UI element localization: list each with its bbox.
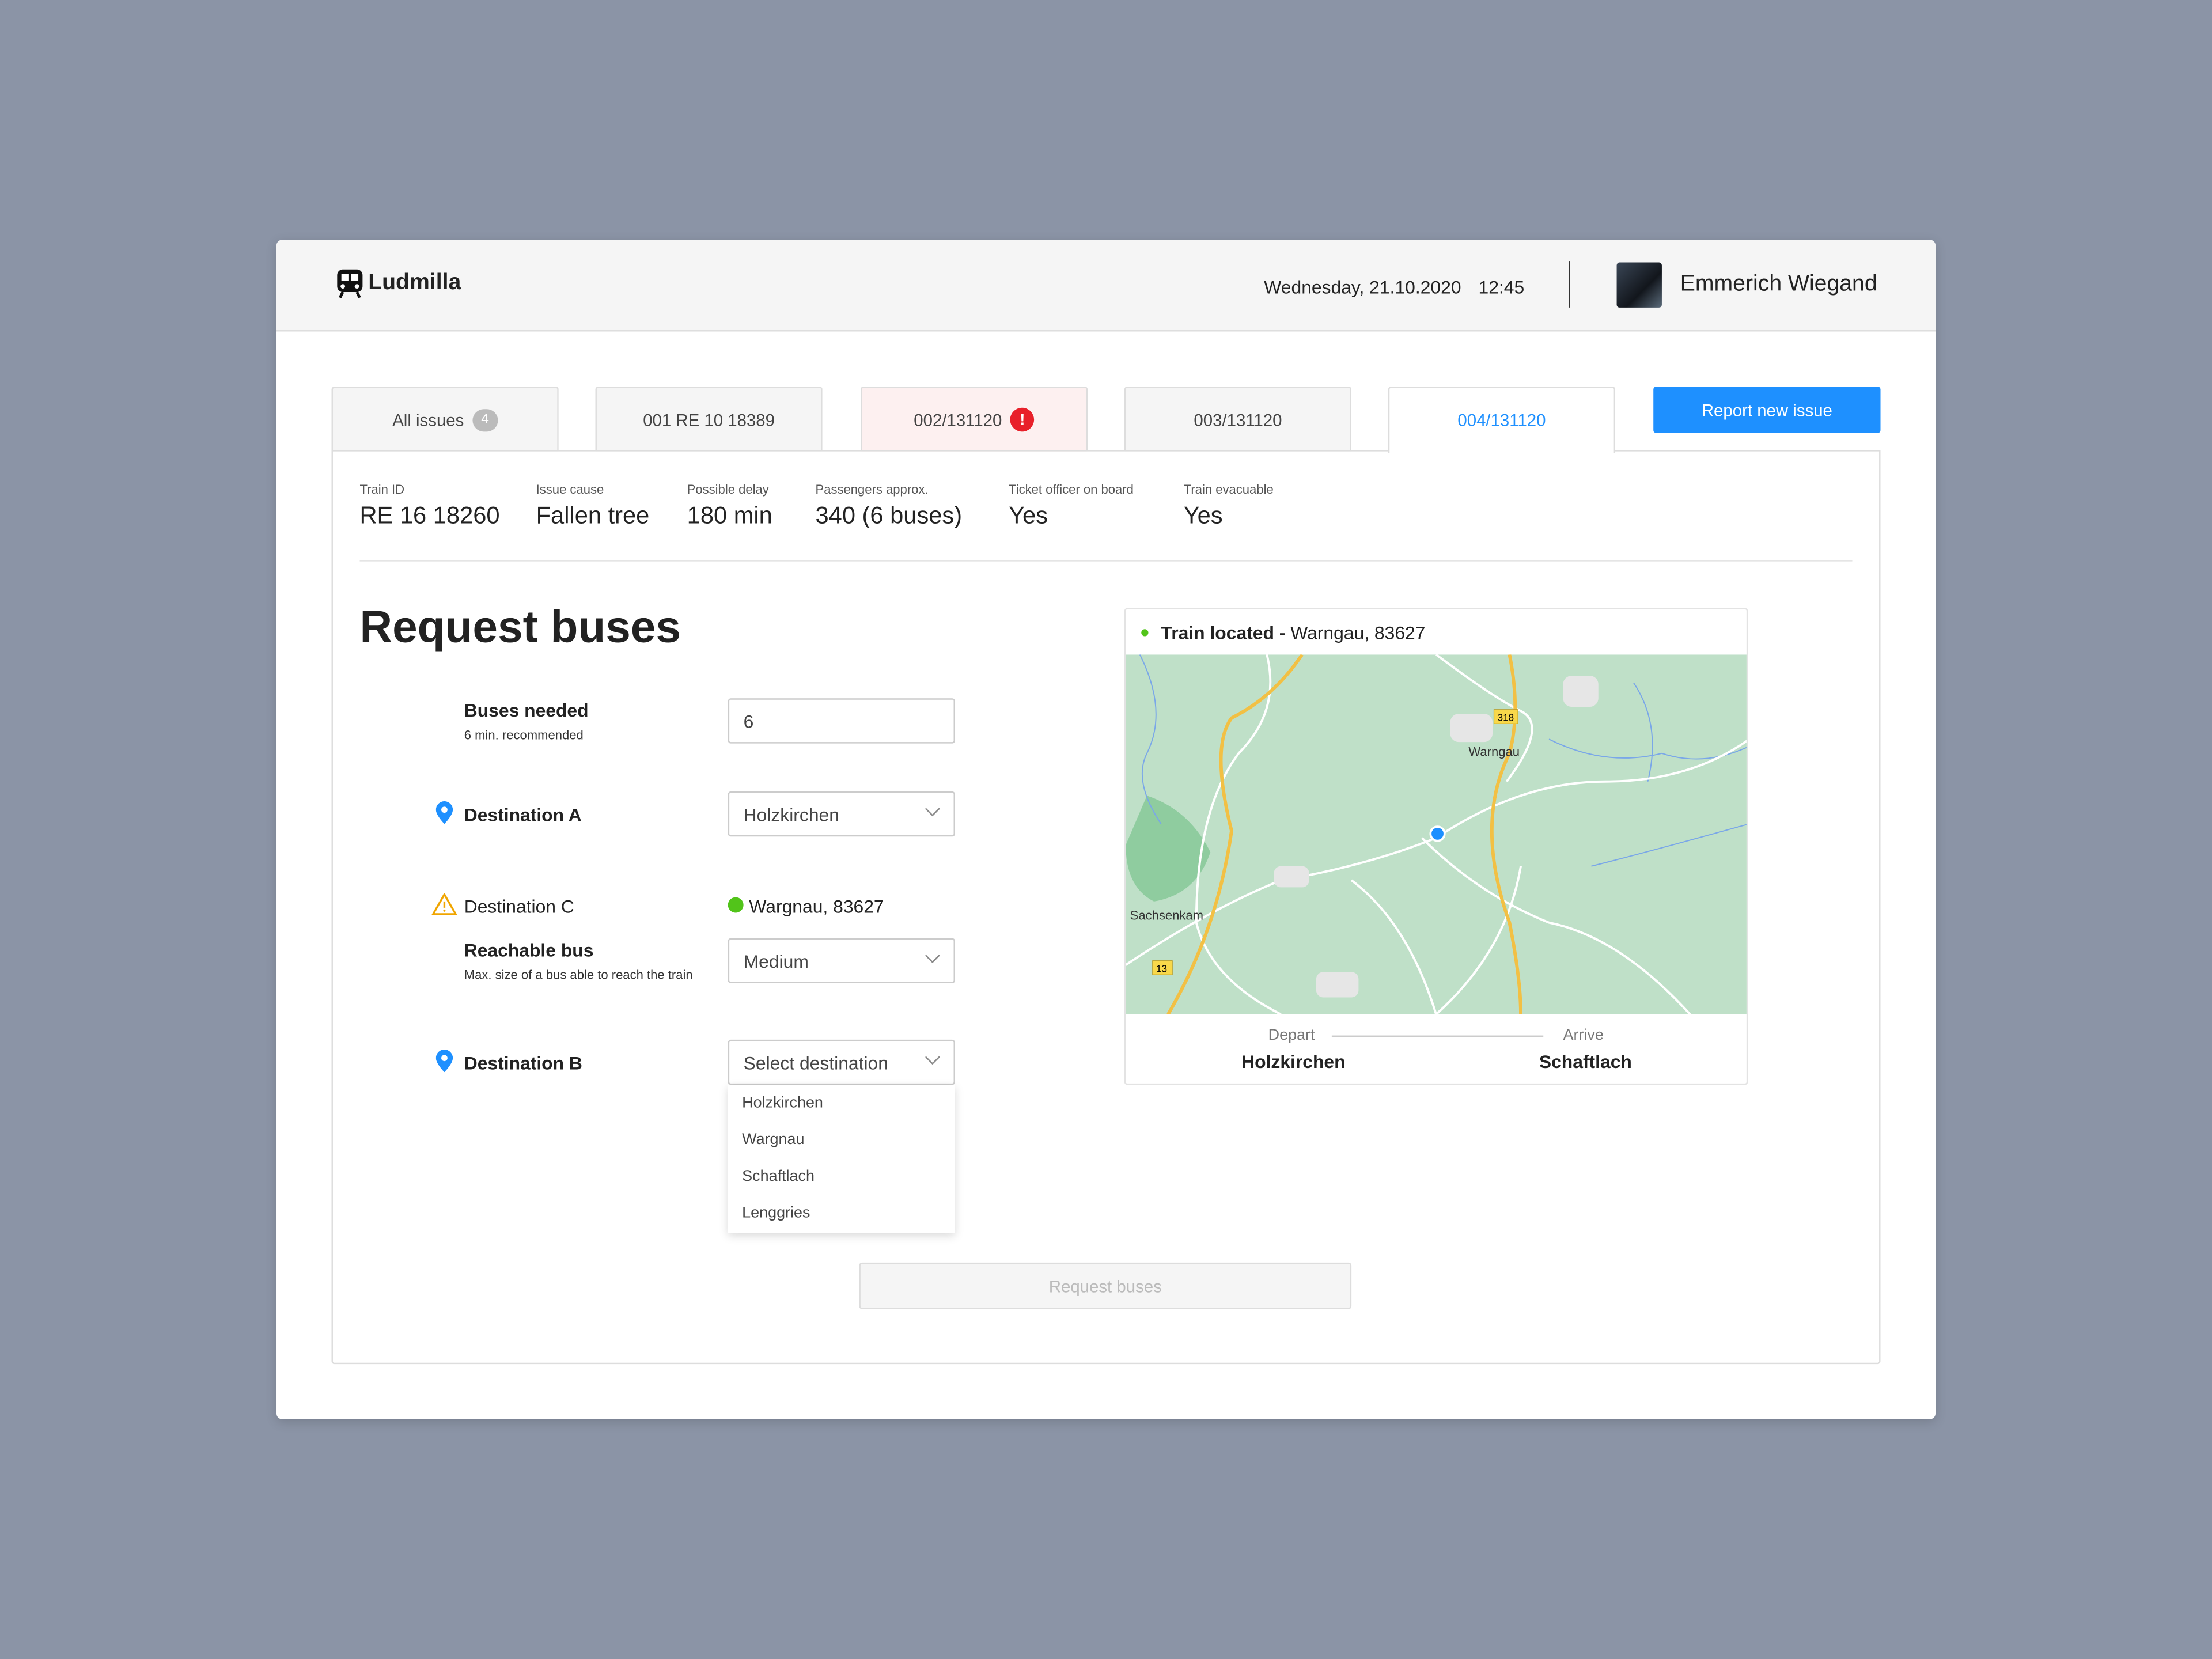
request-buses-button[interactable]: Request buses bbox=[859, 1262, 1352, 1309]
value: Yes bbox=[1183, 502, 1223, 529]
tab-all-issues[interactable]: All issues 4 bbox=[331, 387, 559, 452]
app-name: Ludmilla bbox=[368, 271, 461, 295]
summary-train-id: Train ID RE 16 18260 bbox=[359, 483, 536, 531]
alert-icon: ! bbox=[1010, 407, 1035, 432]
selected-value: Medium bbox=[743, 950, 809, 972]
title-location: Warngau, 83627 bbox=[1290, 622, 1426, 643]
value: RE 16 18260 bbox=[359, 502, 500, 529]
tab-002[interactable]: 002/131120! bbox=[860, 387, 1088, 452]
map-title: Train located - Warngau, 83627 bbox=[1161, 622, 1426, 643]
option-holzkirchen[interactable]: Holzkirchen bbox=[728, 1085, 955, 1122]
destination-a-select[interactable]: Holzkirchen bbox=[728, 791, 955, 837]
label: Ticket officer on board bbox=[1009, 482, 1134, 497]
summary-cause: Issue cause Fallen tree bbox=[536, 483, 687, 531]
tab-label: 002/131120 bbox=[914, 410, 1002, 430]
placeholder: Select destination bbox=[743, 1051, 888, 1073]
location-pin-icon bbox=[435, 1050, 453, 1073]
tab-001[interactable]: 001 RE 10 18389 bbox=[595, 387, 823, 452]
selected-value: Holzkirchen bbox=[743, 803, 839, 825]
destination-b-label: Destination B bbox=[464, 1052, 582, 1074]
value: 180 min bbox=[687, 502, 772, 529]
summary-delay: Possible delay 180 min bbox=[687, 483, 816, 531]
time: 12:45 bbox=[1478, 276, 1525, 298]
tab-004[interactable]: 004/131120 bbox=[1388, 387, 1616, 453]
title-bold: Train located - bbox=[1161, 622, 1291, 643]
destination-b-dropdown: Holzkirchen Wargnau Schaftlach Lenggries bbox=[728, 1085, 955, 1233]
option-lenggries[interactable]: Lenggries bbox=[728, 1195, 955, 1232]
tab-label: All issues bbox=[392, 410, 464, 430]
label: Passengers approx. bbox=[815, 482, 929, 497]
status-dot bbox=[1141, 629, 1149, 637]
map-label-sachsenkam: Sachsenkam bbox=[1130, 908, 1203, 923]
divider bbox=[1569, 261, 1570, 308]
chevron-down-icon bbox=[925, 808, 940, 817]
label: Buses needed bbox=[464, 699, 589, 721]
issue-summary: Train ID RE 16 18260 Issue cause Fallen tr… bbox=[359, 483, 1339, 531]
map-label-warngau: Warngau bbox=[1468, 745, 1520, 759]
reachable-bus-select[interactable]: Medium bbox=[728, 938, 955, 983]
tab-label: 001 RE 10 18389 bbox=[643, 410, 775, 430]
user-name[interactable]: Emmerich Wiegand bbox=[1680, 272, 1877, 298]
summary-evacuable: Train evacuable Yes bbox=[1184, 483, 1339, 531]
summary-passengers: Passengers approx. 340 (6 buses) bbox=[816, 483, 1009, 531]
option-schaftlach[interactable]: Schaftlach bbox=[728, 1158, 955, 1195]
value: Yes bbox=[1009, 502, 1048, 529]
count-badge: 4 bbox=[472, 408, 498, 431]
tab-label: 003/131120 bbox=[1194, 410, 1282, 430]
header: Ludmilla Wednesday, 21.10.2020 12:45 Emm… bbox=[276, 240, 1936, 332]
destination-b-select[interactable]: Select destination bbox=[728, 1039, 955, 1085]
depart-station: Holzkirchen bbox=[1241, 1051, 1346, 1073]
label: Train ID bbox=[359, 482, 405, 497]
report-new-issue-button[interactable]: Report new issue bbox=[1653, 387, 1881, 433]
status-dot bbox=[728, 897, 744, 913]
tab-label: 004/131120 bbox=[1457, 410, 1546, 430]
road-shield-318: 318 bbox=[1498, 711, 1514, 723]
page-title: Request buses bbox=[359, 601, 681, 652]
road-shield-13: 13 bbox=[1156, 963, 1167, 974]
label: Reachable bus bbox=[464, 940, 594, 961]
tab-003[interactable]: 003/131120 bbox=[1124, 387, 1352, 452]
avatar[interactable] bbox=[1616, 262, 1662, 308]
hint: 6 min. recommended bbox=[464, 728, 584, 743]
map-card: Train located - Warngau, 83627 Warngau S… bbox=[1124, 608, 1748, 1085]
value: Fallen tree bbox=[536, 502, 650, 529]
destination-c-label: Destination C bbox=[464, 896, 574, 917]
chevron-down-icon bbox=[925, 955, 940, 963]
value: 340 (6 buses) bbox=[815, 502, 963, 529]
arrive-label: Arrive bbox=[1563, 1027, 1604, 1044]
divider bbox=[359, 560, 1853, 562]
destination-a-label: Destination A bbox=[464, 804, 582, 825]
warning-icon bbox=[431, 893, 457, 915]
reachable-bus-label-group: Reachable bus Max. size of a bus able to … bbox=[464, 940, 693, 982]
hint: Max. size of a bus able to reach the tra… bbox=[464, 968, 693, 982]
route-line bbox=[1331, 1035, 1544, 1037]
map-view[interactable]: Warngau Sachsenkam 318 13 bbox=[1126, 654, 1748, 1014]
destination-c-value: Wargnau, 83627 bbox=[749, 896, 884, 917]
date: Wednesday, 21.10.2020 bbox=[1264, 276, 1461, 298]
buses-needed-input[interactable]: 6 bbox=[728, 698, 955, 744]
label: Train evacuable bbox=[1183, 482, 1274, 497]
app-window: Ludmilla Wednesday, 21.10.2020 12:45 Emm… bbox=[276, 240, 1936, 1419]
label: Issue cause bbox=[536, 482, 604, 497]
depart-label: Depart bbox=[1268, 1027, 1315, 1044]
arrive-station: Schaftlach bbox=[1539, 1051, 1632, 1073]
summary-ticket-officer: Ticket officer on board Yes bbox=[1009, 483, 1184, 531]
option-wargnau[interactable]: Wargnau bbox=[728, 1122, 955, 1158]
train-icon bbox=[337, 269, 363, 298]
train-location-marker bbox=[1429, 825, 1446, 842]
buses-needed-label-group: Buses needed 6 min. recommended bbox=[464, 700, 589, 742]
label: Possible delay bbox=[687, 482, 769, 497]
chevron-down-icon bbox=[925, 1056, 940, 1065]
location-pin-icon bbox=[435, 801, 453, 824]
